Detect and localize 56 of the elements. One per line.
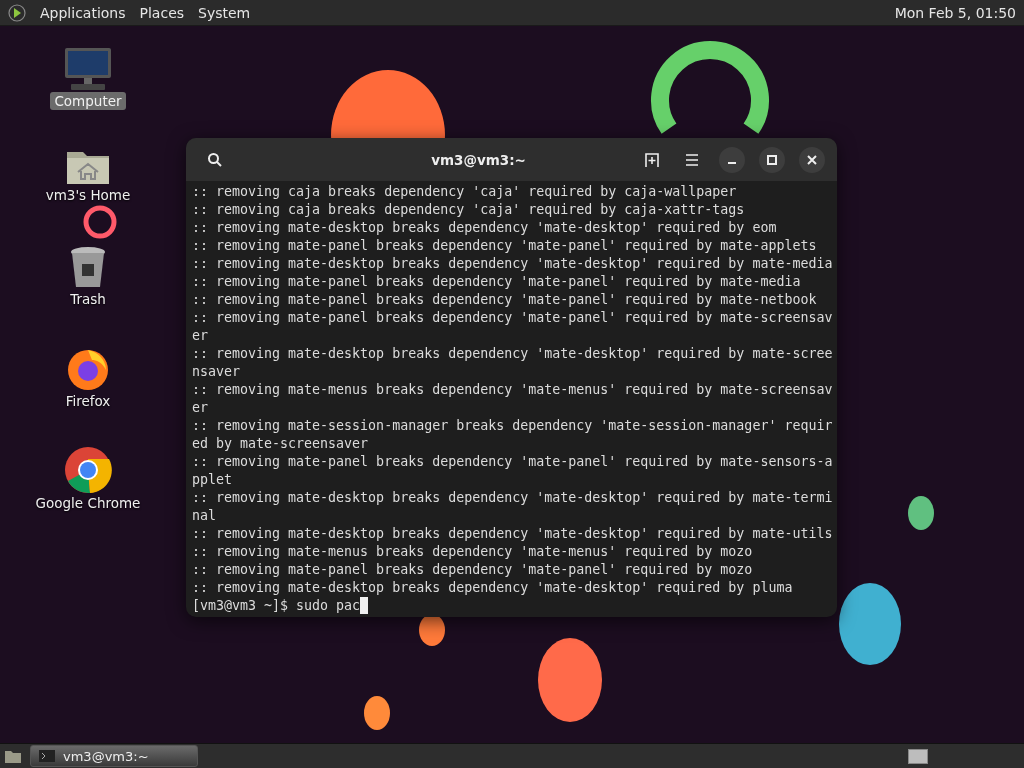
terminal-line: :: removing caja breaks dependency 'caja' required by caja-wallpaper: [192, 183, 738, 201]
workspace-switcher[interactable]: [908, 748, 928, 764]
terminal-line: :: removing mate-desktop breaks dependency 'mate-desktop' required by eom: [192, 219, 778, 237]
terminal-icon: [39, 750, 55, 762]
trash-icon: [69, 246, 107, 290]
text-cursor: [360, 597, 369, 614]
bubble-drawing: [908, 496, 934, 530]
terminal-line: nsaver: [192, 363, 242, 381]
terminal-line: :: removing mate-panel breaks dependency 'mate-panel' required by mate-applets: [192, 237, 818, 255]
terminal-line: :: removing mate-desktop breaks dependency 'mate-desktop' required by mate-media: [192, 255, 831, 273]
terminal-prompt[interactable]: [vm3@vm3 ~]$ sudo pac: [192, 597, 361, 615]
maximize-button[interactable]: [759, 146, 785, 173]
maximize-icon: [767, 154, 777, 165]
taskbar-button[interactable]: vm3@vm3:~: [30, 745, 198, 767]
monitor-icon: [63, 46, 113, 92]
terminal-line: :: removing mate-desktop breaks dependency 'mate-desktop' required by mate-utils: [192, 525, 831, 543]
terminal-line: ed by mate-screensaver: [192, 435, 370, 453]
close-icon: [807, 154, 817, 165]
terminal-line: :: removing mate-panel breaks dependency 'mate-panel' required by mate-sensors-a: [192, 453, 831, 471]
browser-icon: [64, 446, 112, 494]
terminal-line: :: removing caja breaks dependency 'caja' required by caja-xattr-tags: [192, 201, 746, 219]
terminal-line: :: removing mate-desktop breaks dependency 'mate-desktop' required by mate-termi: [192, 489, 831, 507]
clock[interactable]: Mon Feb 5, 01:50: [894, 4, 1016, 21]
panel-menu[interactable]: System: [198, 4, 251, 21]
desktop-icon-label[interactable]: Firefox: [61, 392, 115, 410]
bubble-drawing: [364, 696, 390, 730]
desktop-icon-label[interactable]: Computer: [50, 92, 126, 110]
terminal-line: er: [192, 399, 209, 417]
terminal-line: :: removing mate-panel breaks dependency 'mate-panel' required by mate-screensav: [192, 309, 831, 327]
terminal-line: nal: [192, 507, 218, 525]
desktop-icon-label[interactable]: vm3's Home: [41, 186, 135, 204]
show-desktop-icon[interactable]: [4, 748, 22, 764]
desktop-icon-label[interactable]: Google Chrome: [31, 494, 145, 512]
search-icon: [207, 151, 223, 168]
minimize-button[interactable]: [719, 146, 745, 173]
terminal-line: :: removing mate-menus breaks dependency 'mate-menus' required by mozo: [192, 543, 754, 561]
logo-icon[interactable]: [8, 3, 26, 22]
close-button[interactable]: [799, 146, 825, 173]
terminal-line: :: removing mate-desktop breaks dependency 'mate-desktop' required by mate-scree: [192, 345, 831, 363]
terminal-line: :: removing mate-panel breaks dependency 'mate-panel' required by mate-media: [192, 273, 802, 291]
panel-menu[interactable]: Places: [139, 4, 185, 21]
window-title: vm3@vm3:~: [430, 151, 527, 168]
panel-menu[interactable]: Applications: [40, 4, 126, 21]
new-tab-icon: [644, 151, 660, 168]
ring-drawing: [83, 205, 117, 239]
menu-icon: [685, 153, 699, 166]
terminal-line: :: removing mate-panel breaks dependency 'mate-panel' required by mate-netbook: [192, 291, 818, 309]
terminal-line: :: removing mate-session-manager breaks dependency 'mate-session-manager' requir: [192, 417, 831, 435]
minimize-icon: [728, 161, 736, 164]
terminal-line: er: [192, 327, 209, 345]
terminal-line: :: removing mate-desktop breaks dependency 'mate-desktop' required by pluma: [192, 579, 794, 597]
terminal-line: :: removing mate-menus breaks dependency 'mate-menus' required by mate-screensav: [192, 381, 831, 399]
bubble-drawing: [419, 614, 445, 646]
desktop-icon-label[interactable]: Trash: [66, 290, 110, 308]
terminal-line: pplet: [192, 471, 234, 489]
terminal-line: :: removing mate-panel breaks dependency 'mate-panel' required by mozo: [192, 561, 754, 579]
